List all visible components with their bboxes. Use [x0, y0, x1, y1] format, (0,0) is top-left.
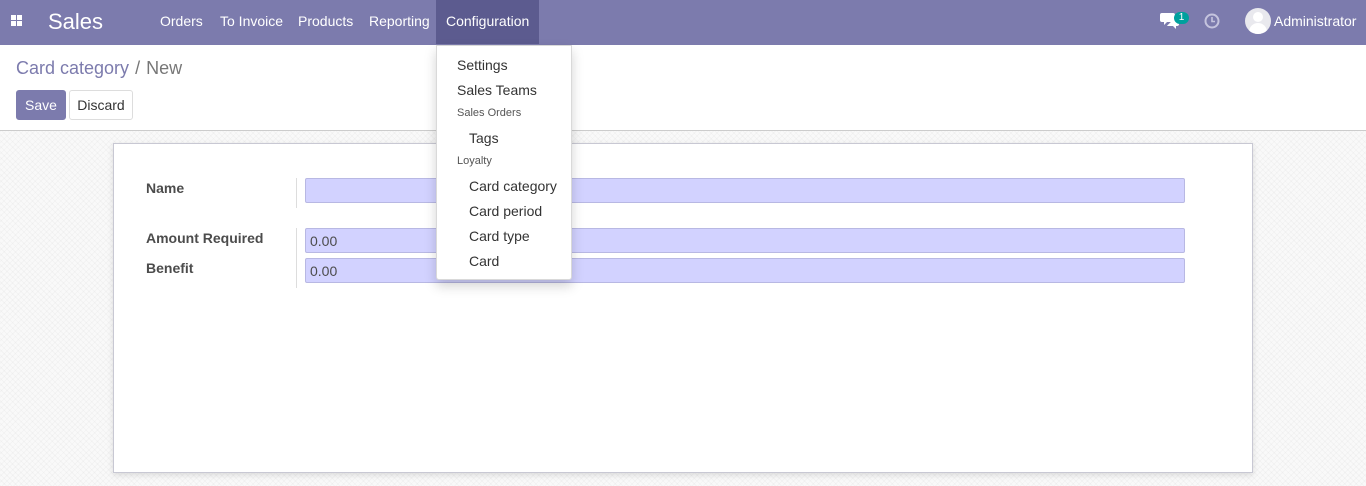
menu-to-invoice[interactable]: To Invoice: [220, 0, 283, 44]
field-divider: [296, 178, 297, 208]
dropdown-item-tags[interactable]: Tags: [469, 130, 499, 146]
menu-reporting[interactable]: Reporting: [369, 0, 430, 44]
clock-icon[interactable]: [1204, 13, 1220, 29]
app-title[interactable]: Sales: [48, 9, 103, 35]
user-avatar[interactable]: [1245, 8, 1271, 34]
breadcrumb-parent[interactable]: Card category: [16, 58, 129, 78]
dropdown-item-card[interactable]: Card: [469, 253, 499, 269]
amount-required-label: Amount Required: [146, 230, 264, 246]
dropdown-item-settings[interactable]: Settings: [457, 57, 508, 73]
breadcrumb-separator: /: [135, 58, 141, 78]
menu-orders[interactable]: Orders: [160, 0, 203, 44]
top-navbar: Sales Orders To Invoice Products Reporti…: [0, 0, 1366, 45]
chat-count-badge: 1: [1174, 12, 1189, 24]
form-sheet: Name Amount Required Benefit: [113, 143, 1253, 473]
breadcrumb: Card category / New: [16, 57, 182, 79]
name-label: Name: [146, 180, 185, 196]
dropdown-item-card-type[interactable]: Card type: [469, 228, 530, 244]
dropdown-item-card-period[interactable]: Card period: [469, 203, 542, 219]
dropdown-header-sales-orders: Sales Orders: [457, 107, 522, 119]
configuration-dropdown: Settings Sales Teams Sales Orders Tags L…: [436, 45, 572, 280]
dropdown-item-sales-teams[interactable]: Sales Teams: [457, 82, 537, 98]
dropdown-item-card-category[interactable]: Card category: [469, 178, 557, 194]
breadcrumb-current: New: [146, 58, 183, 78]
apps-menu-button[interactable]: [0, 0, 34, 45]
discard-button[interactable]: Discard: [69, 90, 133, 120]
user-name[interactable]: Administrator: [1274, 0, 1356, 44]
menu-configuration[interactable]: Configuration: [436, 0, 540, 44]
menu-products[interactable]: Products: [298, 0, 353, 44]
save-button[interactable]: Save: [16, 90, 66, 120]
benefit-label: Benefit: [146, 260, 194, 276]
dropdown-header-loyalty: Loyalty: [457, 155, 492, 167]
field-divider: [296, 228, 297, 288]
form-view-background: Name Amount Required Benefit: [0, 131, 1366, 486]
